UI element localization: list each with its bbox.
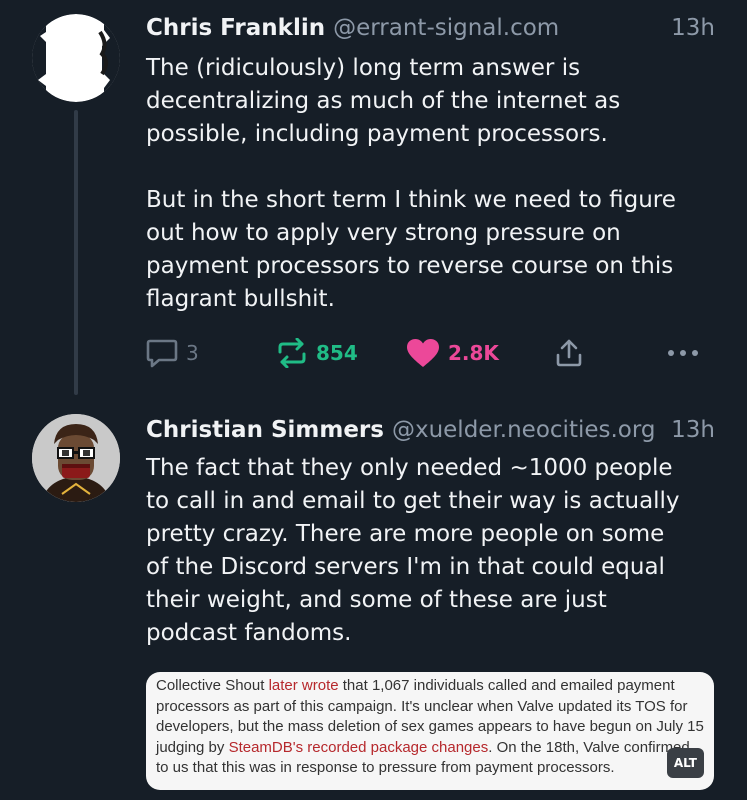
post-header: Chris Franklin @errant-signal.com 13h [146, 8, 715, 48]
embedded-image-text: Collective Shout later wrote that 1,067 … [156, 676, 704, 779]
alt-badge[interactable]: ALT [666, 747, 704, 778]
like-count: 2.8K [448, 341, 499, 365]
embedded-image[interactable]: Collective Shout later wrote that 1,067 … [146, 672, 714, 790]
author-handle[interactable]: @xuelder.neocities.org [392, 417, 656, 443]
embed-text-part: Collective Shout [156, 677, 269, 694]
heart-icon [407, 339, 439, 367]
share-icon [556, 339, 582, 367]
author-name[interactable]: Christian Simmers [146, 417, 384, 443]
author-name[interactable]: Chris Franklin [146, 15, 325, 41]
thread-line [74, 110, 78, 395]
more-icon [668, 350, 698, 356]
author-handle[interactable]: @errant-signal.com [333, 15, 559, 41]
reply-button[interactable]: 3 [146, 336, 199, 370]
post-text: The (ridiculously) long term answer is d… [146, 55, 676, 312]
avatar-image [32, 14, 120, 102]
reply-count: 3 [186, 341, 199, 365]
post-actions: 3 854 2.8K [146, 336, 716, 370]
embed-link-later-wrote: later wrote [268, 677, 339, 694]
more-button[interactable] [666, 336, 700, 370]
like-button[interactable]: 2.8K [406, 336, 499, 370]
avatar-image [32, 414, 120, 502]
post-time[interactable]: 13h [671, 417, 715, 443]
reply-icon [146, 339, 178, 368]
embed-link-steamdb: SteamDB's recorded package changes [228, 738, 489, 756]
post-1[interactable]: Chris Franklin @errant-signal.com 13h Th… [0, 0, 747, 395]
repost-icon [278, 338, 306, 368]
avatar[interactable] [32, 414, 120, 502]
post-time[interactable]: 13h [671, 15, 715, 41]
share-button[interactable] [554, 336, 584, 370]
repost-button[interactable]: 854 [276, 336, 358, 370]
avatar[interactable] [32, 14, 120, 102]
repost-count: 854 [316, 341, 358, 365]
post-text: The fact that they only needed ~1000 peo… [146, 455, 680, 646]
post-header: Christian Simmers @xuelder.neocities.org… [146, 410, 715, 450]
